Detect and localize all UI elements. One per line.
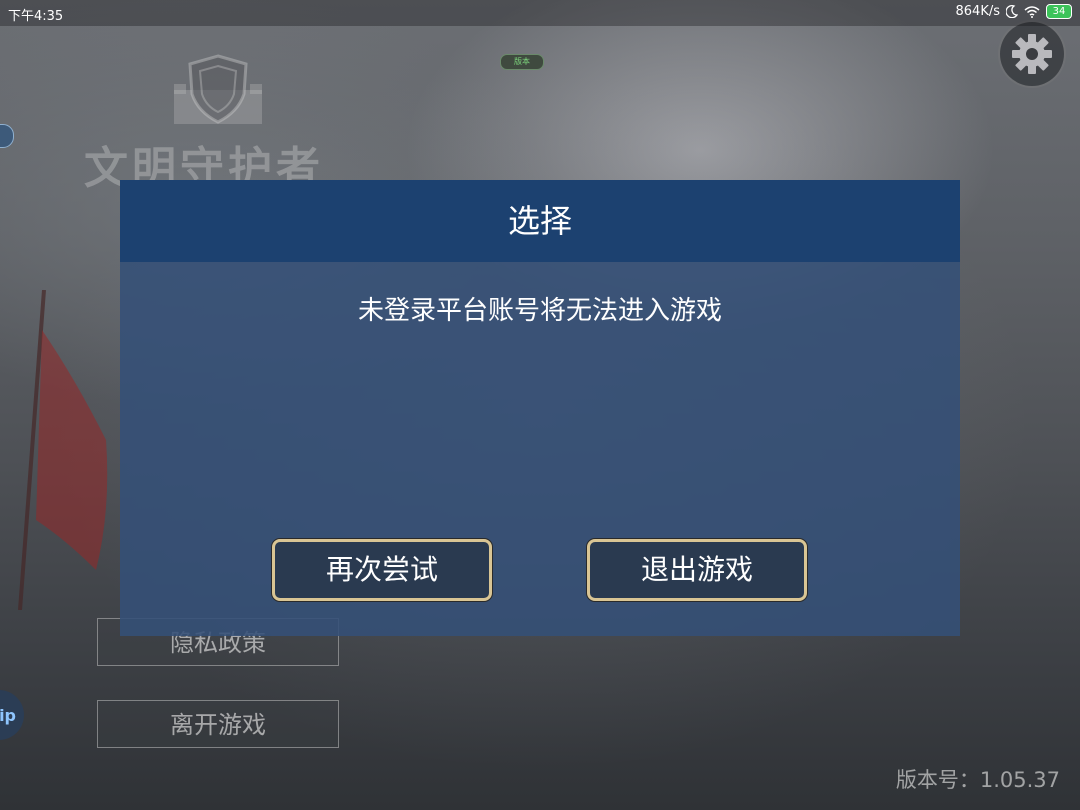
status-indicators: 864K/s 34 [955, 4, 1072, 19]
exit-game-button[interactable]: 退出游戏 [587, 539, 807, 601]
version-label: 版本号：1.05.37 [895, 768, 1060, 792]
wifi-icon [1024, 5, 1040, 18]
gear-icon [1012, 34, 1052, 74]
settings-button[interactable] [998, 20, 1066, 88]
network-speed: 864K/s [955, 4, 1001, 19]
choice-dialog: 选择 未登录平台账号将无法进入游戏 再次尝试 退出游戏 [120, 180, 960, 636]
battery-icon: 34 [1046, 4, 1072, 19]
red-flag-illustration [18, 290, 108, 610]
status-time: 下午4:35 [8, 9, 64, 24]
dialog-title: 选择 [120, 180, 960, 262]
version-badge: 版本 [500, 54, 544, 70]
system-status-bar: 下午4:35 864K/s 34 [0, 0, 1080, 26]
retry-button[interactable]: 再次尝试 [272, 539, 492, 601]
floating-assistant-label: ip [0, 705, 16, 725]
moon-icon [1006, 5, 1018, 18]
shield-castle-icon [174, 54, 262, 124]
dialog-message: 未登录平台账号将无法进入游戏 [357, 296, 722, 326]
leave-game-button[interactable]: 离开游戏 [97, 700, 339, 748]
